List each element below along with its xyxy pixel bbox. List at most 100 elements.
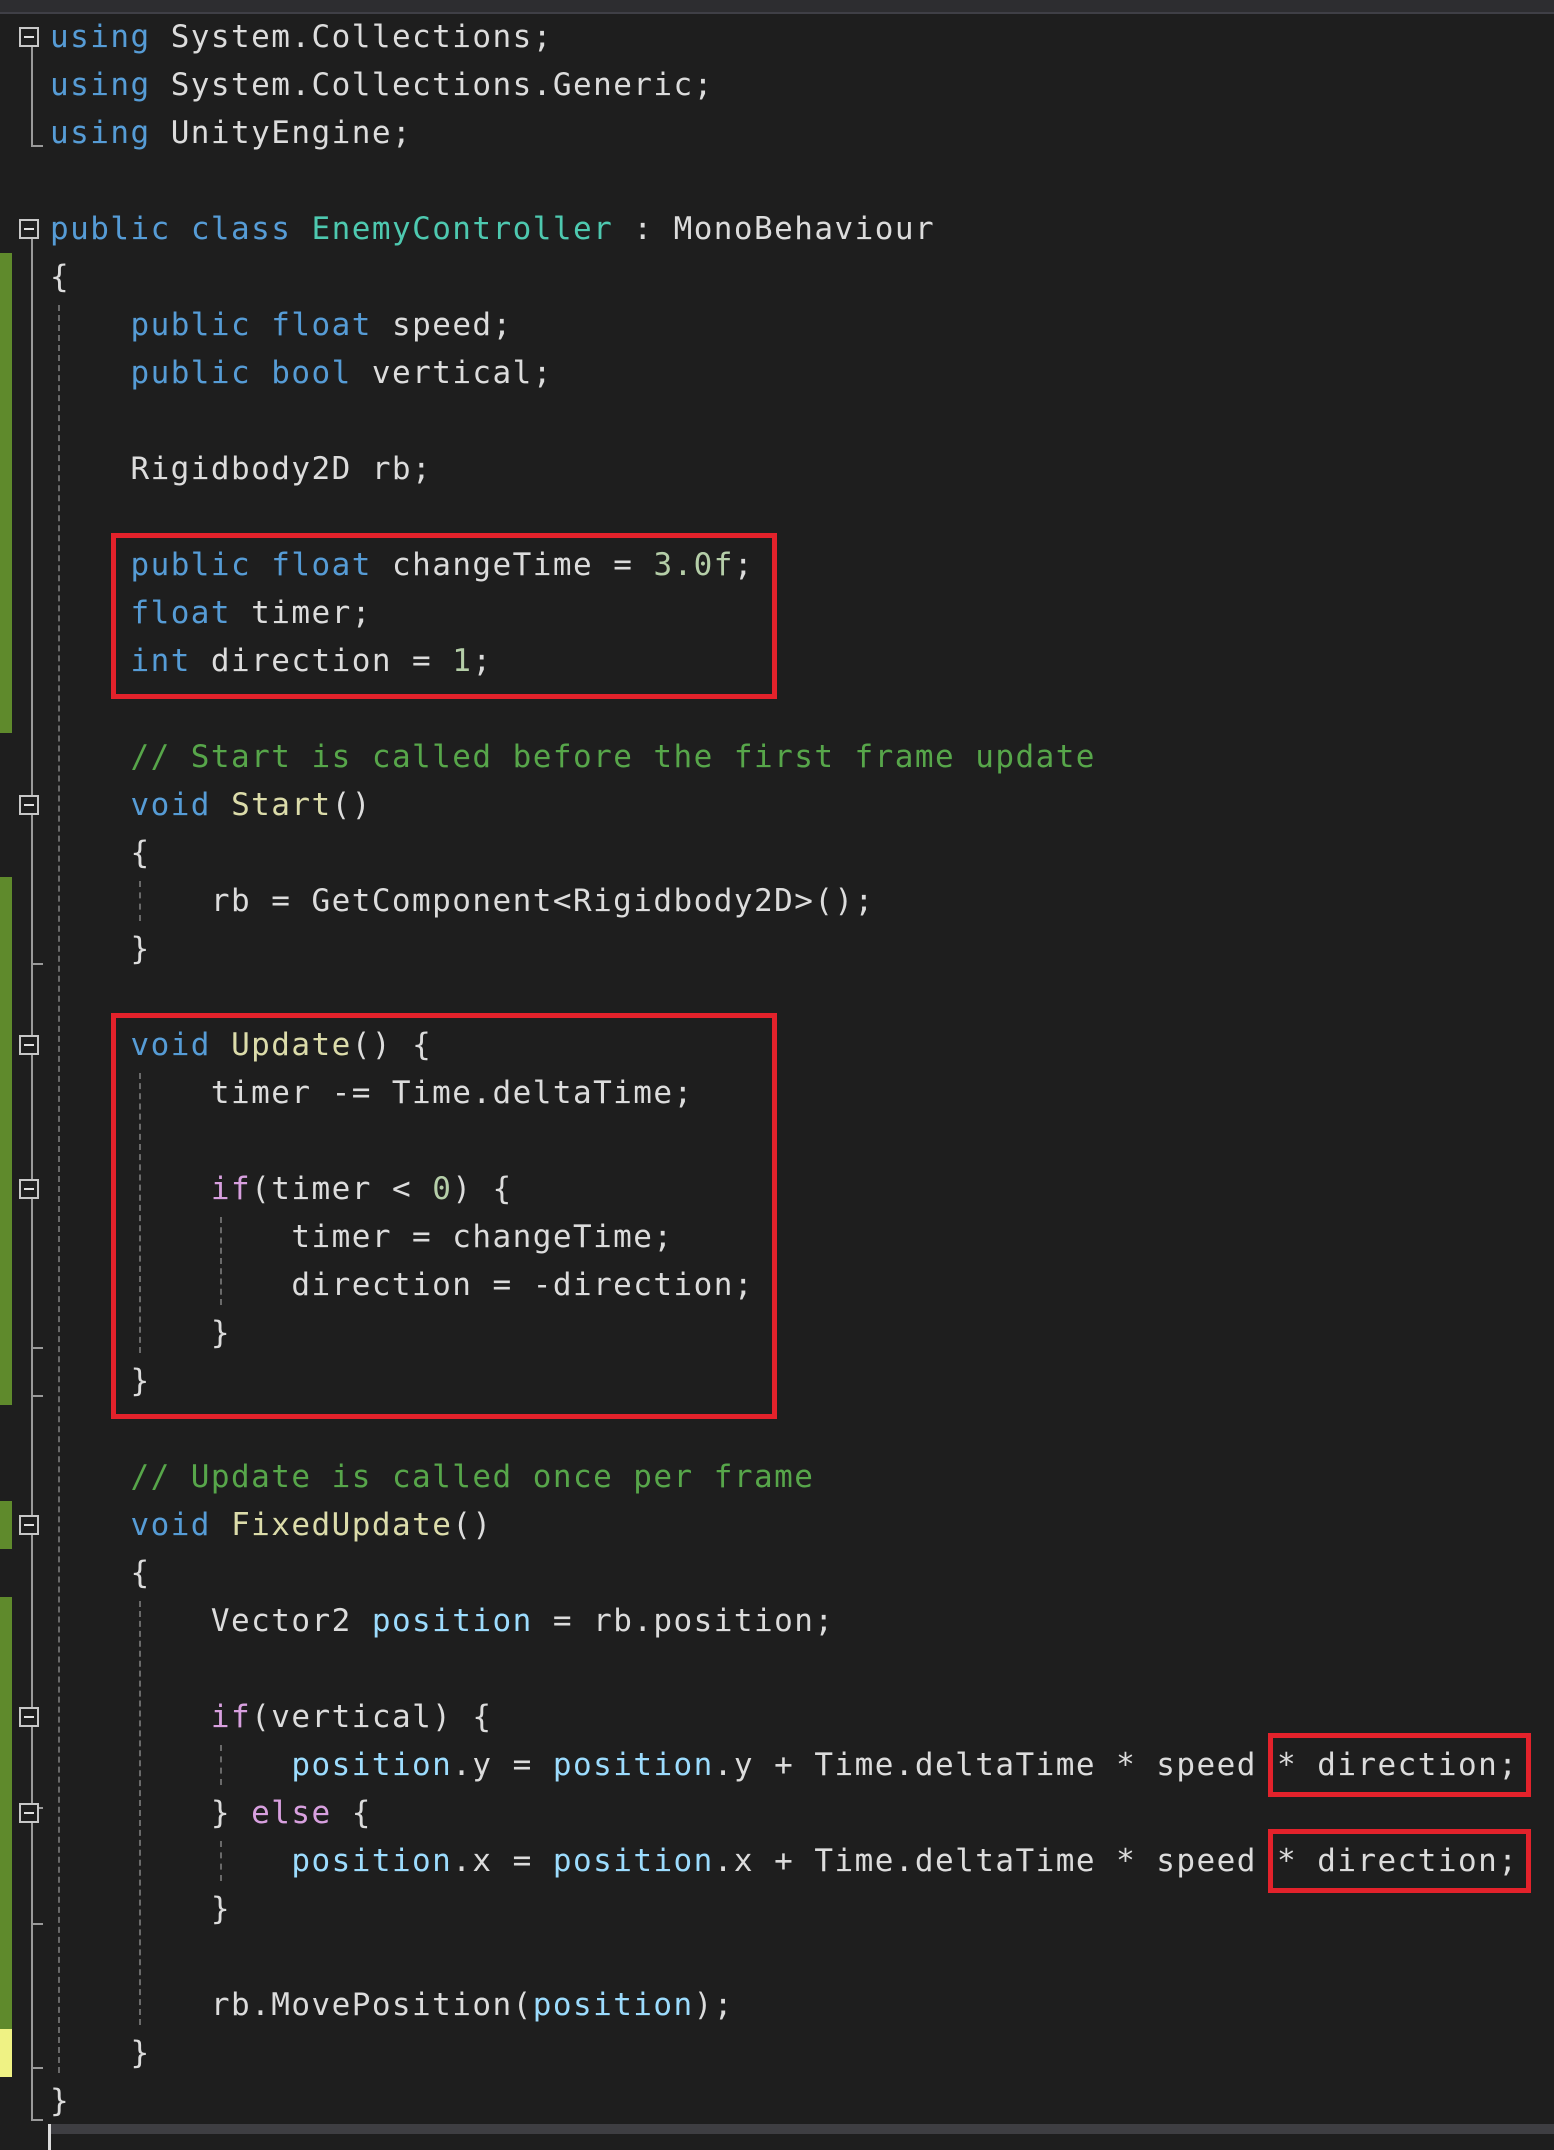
collapse-region-icon[interactable] [19, 1515, 39, 1535]
unsaved-change-marker [0, 2029, 12, 2077]
code-line[interactable]: void Start() [50, 781, 372, 829]
editor-tab-strip [0, 0, 1554, 14]
outline-class-end [31, 2119, 43, 2121]
code-line[interactable]: public class EnemyController : MonoBehav… [50, 205, 935, 253]
outline-start-end [31, 963, 43, 965]
code-token-kw: using [50, 19, 151, 55]
collapse-region-icon[interactable] [19, 219, 39, 239]
code-line[interactable]: // Start is called before the first fram… [50, 733, 1096, 781]
code-token-loc: position [552, 1747, 714, 1783]
code-line[interactable]: position.y = position.y + Time.deltaTime… [50, 1741, 1518, 1789]
saved-change-marker [0, 877, 12, 1405]
code-line[interactable]: } [50, 1885, 231, 1933]
code-line[interactable]: void Update() { [50, 1021, 432, 1069]
code-token-loc: position [552, 1843, 714, 1879]
code-token-pl: (timer < [251, 1171, 433, 1207]
code-token-pl: () [331, 787, 372, 823]
code-token-pl: speed; [371, 307, 513, 343]
code-line[interactable]: int direction = 1; [50, 637, 493, 685]
code-line[interactable]: } [50, 925, 151, 973]
collapse-region-icon[interactable] [19, 1035, 39, 1055]
code-token-pl: () [452, 1507, 493, 1543]
code-token-pl: System.Collections; [150, 19, 553, 55]
code-line[interactable]: rb.MovePosition(position); [50, 1981, 734, 2029]
code-line[interactable]: direction = -direction; [50, 1261, 754, 1309]
code-token-pl: .x = [452, 1843, 553, 1879]
code-token-kw: float [271, 547, 372, 583]
code-line[interactable]: using System.Collections; [50, 13, 553, 61]
code-line[interactable]: public bool vertical; [50, 349, 553, 397]
code-line[interactable]: timer = changeTime; [50, 1213, 674, 1261]
code-line[interactable]: float timer; [50, 589, 372, 637]
code-line[interactable]: // Update is called once per frame [50, 1453, 814, 1501]
code-token-pl: ) { [452, 1171, 513, 1207]
code-line[interactable]: using System.Collections.Generic; [50, 61, 714, 109]
code-token-pl: rb.MovePosition( [50, 1987, 533, 2023]
horizontal-scrollbar[interactable] [50, 2124, 1554, 2134]
code-token-kw: public [130, 355, 252, 391]
code-line[interactable]: } else { [50, 1789, 372, 1837]
code-token-pl: { [331, 1795, 372, 1831]
code-token-pl: } [50, 2083, 71, 2119]
code-line[interactable]: using UnityEngine; [50, 109, 412, 157]
code-token-kw: using [50, 67, 151, 103]
outline-fixedupdate-end [31, 2067, 43, 2069]
collapse-region-icon[interactable] [19, 1179, 39, 1199]
code-token-pl: ; [733, 547, 755, 583]
code-line[interactable]: } [50, 2077, 70, 2125]
code-line[interactable]: position.x = position.x + Time.deltaTime… [50, 1837, 1518, 1885]
saved-change-marker [0, 1597, 12, 2029]
code-token-ctl: if [210, 1171, 252, 1207]
code-token-kw: bool [271, 355, 352, 391]
code-token-pl: : MonoBehaviour [613, 211, 936, 247]
collapse-region-icon[interactable] [19, 27, 39, 47]
collapse-region-icon[interactable] [19, 1707, 39, 1727]
code-token-pl: } [50, 1363, 151, 1399]
code-token-pl: { [50, 1555, 151, 1591]
code-token-kw: public [130, 307, 252, 343]
code-line[interactable]: } [50, 1309, 231, 1357]
code-token-cm: // Update is called once per frame [130, 1459, 815, 1495]
code-line[interactable]: { [50, 253, 70, 301]
code-editor[interactable]: using System.Collections; using System.Co… [0, 14, 1554, 2124]
code-token-kw: int [130, 643, 191, 679]
code-line[interactable]: Rigidbody2D rb; [50, 445, 432, 493]
code-line[interactable]: public float changeTime = 3.0f; [50, 541, 754, 589]
code-line[interactable]: } [50, 2029, 151, 2077]
code-line[interactable]: { [50, 829, 151, 877]
code-token-loc: position [291, 1747, 453, 1783]
code-line[interactable]: void FixedUpdate() [50, 1501, 493, 1549]
code-token-pl: changeTime = [371, 547, 654, 583]
code-line[interactable]: if(vertical) { [50, 1693, 493, 1741]
code-token-kw: void [130, 1507, 211, 1543]
code-token-fn: FixedUpdate [231, 1507, 453, 1543]
code-token-pl: timer -= Time.deltaTime; [50, 1075, 694, 1111]
code-line[interactable]: timer -= Time.deltaTime; [50, 1069, 694, 1117]
collapse-region-icon[interactable] [19, 1803, 39, 1823]
code-token-kw: class [190, 211, 292, 247]
code-token-pl: } [50, 1315, 232, 1351]
code-line[interactable]: if(timer < 0) { [50, 1165, 513, 1213]
code-line[interactable]: } [50, 1357, 151, 1405]
code-token-pl: } [50, 1795, 252, 1831]
code-line[interactable]: { [50, 1549, 151, 1597]
code-token-pl: Rigidbody2D rb; [50, 451, 433, 487]
code-line[interactable]: rb = GetComponent<Rigidbody2D>(); [50, 877, 875, 925]
code-token-loc: position [371, 1603, 533, 1639]
code-line[interactable]: Vector2 position = rb.position; [50, 1597, 834, 1645]
code-line[interactable]: public float speed; [50, 301, 513, 349]
code-token-pl: .y + Time.deltaTime * speed * direction; [713, 1747, 1519, 1783]
saved-change-marker [0, 253, 12, 733]
code-token-pl: timer = changeTime; [50, 1219, 674, 1255]
collapse-region-icon[interactable] [19, 795, 39, 815]
